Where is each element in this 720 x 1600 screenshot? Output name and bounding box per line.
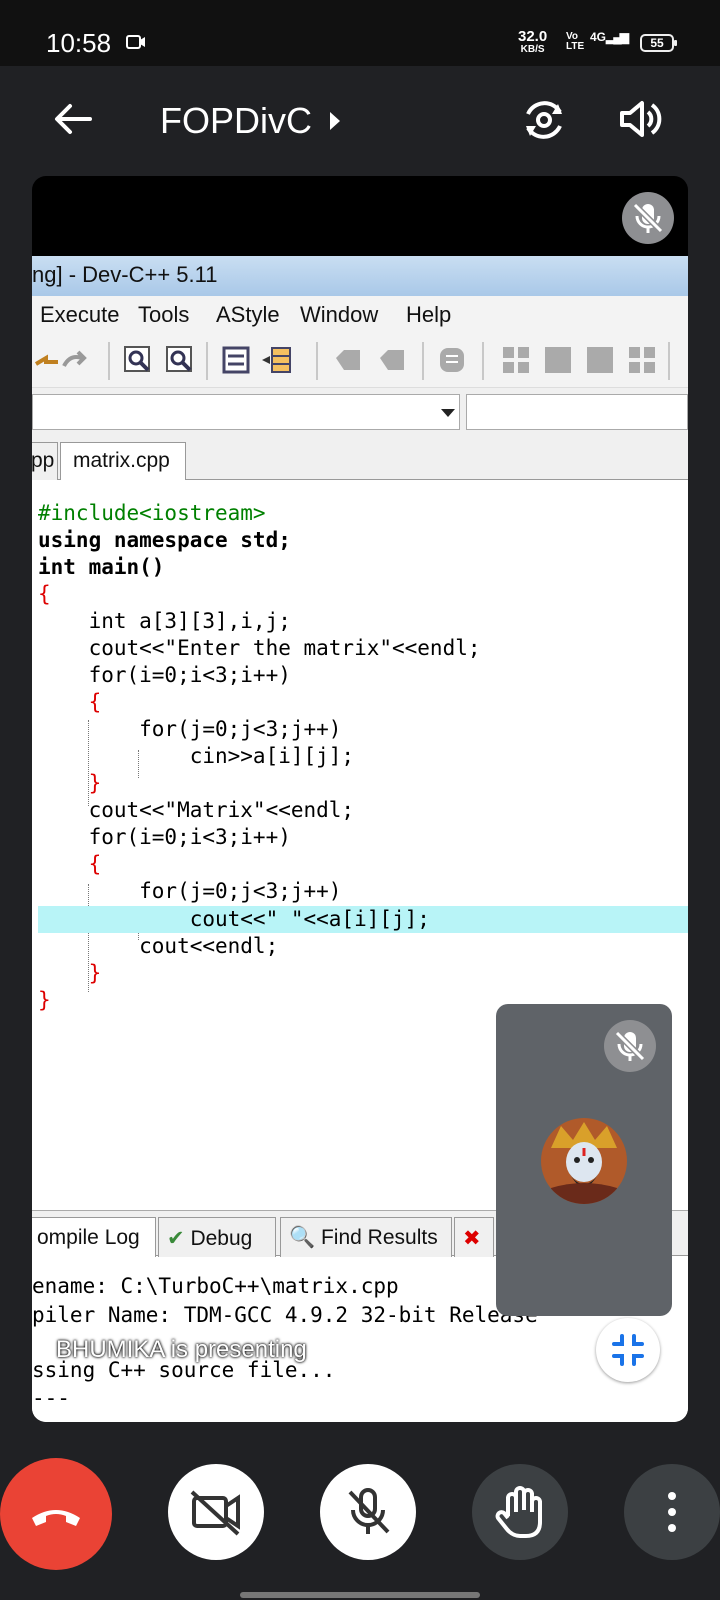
tab-previous-file[interactable]: pp bbox=[32, 442, 58, 480]
code-line: cout<<"Matrix"<<endl; bbox=[38, 798, 355, 822]
ide-menu-bar: Execute Tools AStyle Window Help bbox=[32, 296, 688, 334]
close-icon[interactable]: ✖ bbox=[454, 1217, 494, 1257]
code-line: for(i=0;i<3;i++) bbox=[38, 825, 291, 849]
avatar bbox=[541, 1118, 627, 1204]
tab-debug[interactable]: ✔ Debug bbox=[158, 1217, 276, 1257]
end-call-button[interactable] bbox=[0, 1458, 112, 1570]
video-record-icon bbox=[126, 35, 145, 49]
code-line: cin>>a[i][j]; bbox=[38, 744, 355, 768]
code-line: int main() bbox=[38, 555, 165, 579]
menu-astyle[interactable]: AStyle bbox=[216, 302, 280, 328]
signal-icon: 4G▂▄▆ bbox=[590, 30, 629, 44]
presenting-label: BHUMIKA is presenting bbox=[56, 1336, 307, 1363]
code-line: for(j=0;j<3;j++) bbox=[38, 717, 342, 741]
code-line: for(j=0;j<3;j++) bbox=[38, 879, 342, 903]
ide-window-title: ng] - Dev-C++ 5.11 bbox=[32, 256, 688, 296]
log-line: --- bbox=[32, 1386, 70, 1410]
camera-off-button[interactable] bbox=[168, 1464, 264, 1560]
menu-help[interactable]: Help bbox=[406, 302, 451, 328]
self-view-tile[interactable] bbox=[496, 1004, 672, 1316]
battery-icon: 55 bbox=[640, 34, 677, 52]
volte-indicator: Vo LTE bbox=[566, 31, 585, 52]
back-arrow-icon[interactable] bbox=[50, 96, 96, 142]
comment-icon[interactable] bbox=[436, 344, 468, 376]
meeting-title[interactable]: FOPDivC bbox=[160, 100, 312, 142]
code-line: using namespace std; bbox=[38, 528, 291, 552]
unindent-icon[interactable] bbox=[260, 344, 292, 376]
ide-combo-row bbox=[32, 388, 688, 438]
code-line: { bbox=[38, 690, 102, 714]
tab-matrix-cpp[interactable]: matrix.cpp bbox=[60, 442, 186, 482]
code-line: #include<iostream> bbox=[38, 501, 266, 525]
code-line: } bbox=[38, 771, 102, 795]
log-line: piler Name: TDM-GCC 4.9.2 32-bit Release bbox=[32, 1303, 538, 1327]
window-alt-icon[interactable] bbox=[584, 344, 616, 376]
redo-icon[interactable] bbox=[58, 344, 90, 376]
member-combo[interactable] bbox=[466, 394, 688, 430]
code-line-current: cout<<" "<<a[i][j]; bbox=[38, 906, 688, 933]
code-line: for(i=0;i<3;i++) bbox=[38, 663, 291, 687]
ide-toolbar bbox=[32, 334, 688, 388]
code-line: { bbox=[38, 582, 51, 606]
code-line: cout<<"Enter the matrix"<<endl; bbox=[38, 636, 481, 660]
network-speed: 32.0 KB/S bbox=[518, 28, 548, 55]
code-line: } bbox=[38, 988, 51, 1012]
home-indicator[interactable] bbox=[240, 1592, 480, 1598]
self-muted-icon bbox=[604, 1020, 656, 1072]
minimize-icon[interactable] bbox=[596, 1318, 660, 1382]
replace-icon[interactable] bbox=[164, 344, 196, 376]
chevron-right-icon[interactable] bbox=[328, 110, 342, 132]
status-time: 10:58 bbox=[46, 28, 112, 58]
speaker-icon[interactable] bbox=[618, 96, 664, 142]
tab-find-results[interactable]: 🔍 Find Results bbox=[280, 1217, 452, 1257]
presenter-muted-icon bbox=[622, 192, 674, 244]
code-line: cout<<endl; bbox=[38, 934, 279, 958]
menu-window[interactable]: Window bbox=[300, 302, 378, 328]
editor-tabs: pp matrix.cpp bbox=[32, 438, 688, 482]
call-controls bbox=[0, 1422, 720, 1600]
switch-camera-icon[interactable] bbox=[518, 94, 570, 146]
chevron-down-icon bbox=[441, 409, 455, 417]
bookmark-next-icon[interactable] bbox=[376, 344, 408, 376]
tile-icon[interactable] bbox=[626, 344, 658, 376]
menu-tools[interactable]: Tools bbox=[138, 302, 189, 328]
find-icon[interactable] bbox=[122, 344, 154, 376]
meeting-header: FOPDivC bbox=[0, 66, 720, 176]
more-options-button[interactable] bbox=[624, 1464, 720, 1560]
code-line: { bbox=[38, 852, 102, 876]
microphone-off-button[interactable] bbox=[320, 1464, 416, 1560]
tab-compile-log[interactable]: ompile Log bbox=[32, 1217, 156, 1257]
log-line: ename: C:\TurboC++\matrix.cpp bbox=[32, 1274, 399, 1298]
raise-hand-button[interactable] bbox=[472, 1464, 568, 1560]
find-icon: 🔍 bbox=[289, 1226, 321, 1249]
bookmark-icon[interactable] bbox=[332, 344, 364, 376]
class-combo[interactable] bbox=[32, 394, 460, 430]
grid-icon[interactable] bbox=[500, 344, 532, 376]
status-bar: 10:58 32.0 KB/S Vo LTE 4G▂▄▆ 55 bbox=[0, 0, 720, 66]
indent-icon[interactable] bbox=[220, 344, 252, 376]
checkmark-icon: ✔ bbox=[167, 1227, 191, 1250]
window-icon[interactable] bbox=[542, 344, 574, 376]
code-line: } bbox=[38, 961, 102, 985]
code-line: int a[3][3],i,j; bbox=[38, 609, 291, 633]
menu-execute[interactable]: Execute bbox=[40, 302, 120, 328]
